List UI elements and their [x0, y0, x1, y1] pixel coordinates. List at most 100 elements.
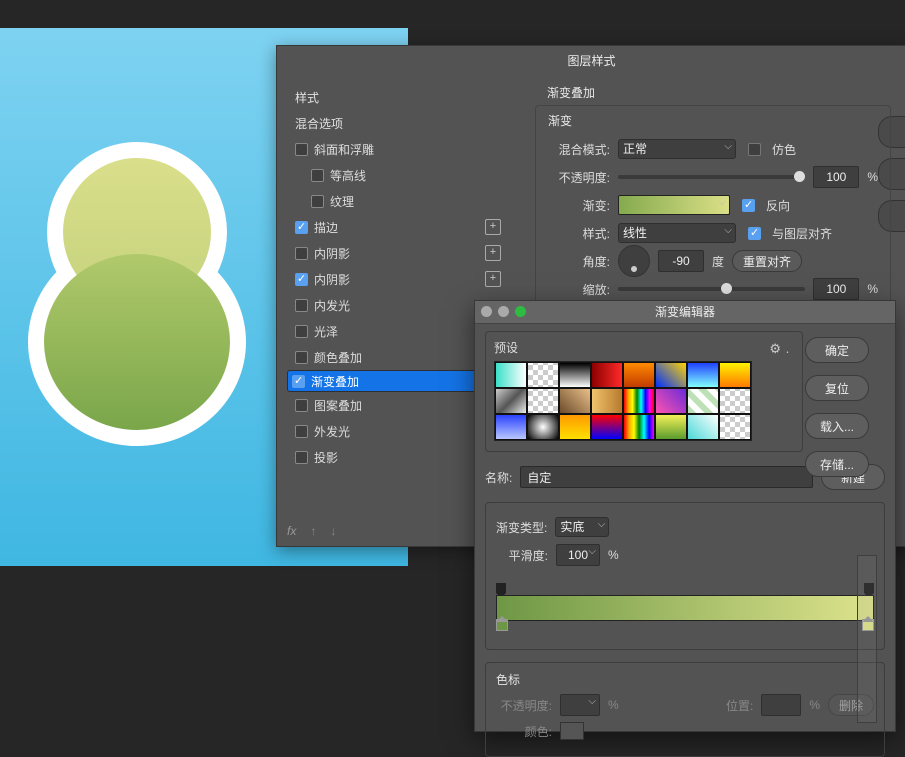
save-button[interactable]: 存储...	[805, 451, 869, 477]
opacity-input[interactable]	[813, 166, 859, 188]
name-input[interactable]	[520, 466, 813, 488]
deg: 度	[712, 253, 724, 270]
label: 光泽	[314, 323, 338, 340]
check[interactable]	[295, 247, 308, 260]
reset-button[interactable]: 复位	[805, 375, 869, 401]
stops-title: 色标	[496, 671, 874, 688]
fx-contour[interactable]: 等高线	[287, 162, 509, 188]
stop-opacity-input[interactable]	[560, 694, 600, 716]
angle-input[interactable]	[658, 250, 704, 272]
preset-swatch[interactable]	[559, 362, 591, 388]
preset-swatch[interactable]	[527, 414, 559, 440]
preset-swatch[interactable]	[495, 362, 527, 388]
check[interactable]	[295, 425, 308, 438]
check[interactable]	[295, 451, 308, 464]
label: 投影	[314, 449, 338, 466]
gear-icon[interactable]: ⚙︎﹒	[769, 338, 794, 357]
check[interactable]	[292, 375, 305, 388]
reverse-checkbox[interactable]	[742, 199, 755, 212]
align-checkbox[interactable]	[748, 227, 761, 240]
angle-label: 角度:	[548, 253, 610, 270]
blend-mode-select[interactable]: 正常	[618, 139, 736, 159]
arrow-up-icon[interactable]: ↑	[310, 524, 316, 538]
check[interactable]	[295, 351, 308, 364]
color-stop[interactable]	[496, 619, 508, 631]
add-icon[interactable]: +	[485, 219, 501, 235]
preset-swatch[interactable]	[559, 388, 591, 414]
preset-grid	[494, 361, 752, 441]
dialog-title: 渐变编辑器	[475, 301, 895, 324]
dither-checkbox[interactable]	[748, 143, 761, 156]
color-swatch[interactable]	[560, 722, 584, 740]
gradient-style-select[interactable]: 线性	[618, 223, 736, 243]
fx-inner-shadow-2[interactable]: 内阴影+	[287, 266, 509, 292]
preset-swatch[interactable]	[623, 388, 655, 414]
ok-button[interactable]: 确定	[805, 337, 869, 363]
reverse-label: 反向	[766, 197, 790, 214]
stop-opacity-label: 不透明度:	[496, 697, 552, 714]
gradient-bar[interactable]	[496, 595, 874, 621]
scale-label: 缩放:	[548, 281, 610, 298]
preset-swatch[interactable]	[623, 362, 655, 388]
preset-swatch[interactable]	[559, 414, 591, 440]
align-label: 与图层对齐	[772, 225, 832, 242]
check[interactable]	[295, 325, 308, 338]
smooth-input[interactable]	[556, 544, 600, 566]
add-icon[interactable]: +	[485, 245, 501, 261]
add-icon[interactable]: +	[485, 271, 501, 287]
preset-swatch[interactable]	[623, 414, 655, 440]
fx-icon[interactable]: fx	[287, 524, 296, 538]
preset-swatch[interactable]	[719, 388, 751, 414]
window-controls	[481, 306, 526, 317]
preset-swatch[interactable]	[687, 362, 719, 388]
smooth-label: 平滑度:	[496, 547, 548, 564]
sub-title: 渐变	[548, 112, 878, 129]
gradient-type-select[interactable]: 实底	[555, 517, 609, 537]
maximize-icon[interactable]	[515, 306, 526, 317]
blending-options[interactable]: 混合选项	[287, 110, 509, 136]
preset-swatch[interactable]	[687, 388, 719, 414]
preset-swatch[interactable]	[495, 388, 527, 414]
check[interactable]	[295, 399, 308, 412]
fx-bevel-emboss[interactable]: 斜面和浮雕	[287, 136, 509, 162]
scale-input[interactable]	[813, 278, 859, 300]
fx-texture[interactable]: 纹理	[287, 188, 509, 214]
preset-swatch[interactable]	[591, 414, 623, 440]
stops-box: 色标 不透明度: % 位置: % 删除 颜色:	[485, 662, 885, 757]
preset-swatch[interactable]	[687, 414, 719, 440]
preset-swatch[interactable]	[591, 362, 623, 388]
preset-swatch[interactable]	[495, 414, 527, 440]
arrow-down-icon[interactable]: ↓	[330, 524, 336, 538]
fx-stroke[interactable]: 描边 +	[287, 214, 509, 240]
preset-swatch[interactable]	[655, 388, 687, 414]
fx-inner-shadow-1[interactable]: 内阴影+	[287, 240, 509, 266]
scale-slider[interactable]	[618, 287, 805, 291]
check[interactable]	[311, 195, 324, 208]
minimize-icon[interactable]	[498, 306, 509, 317]
gradient-preview[interactable]	[618, 195, 730, 215]
label: 描边	[314, 219, 338, 236]
preset-swatch[interactable]	[719, 414, 751, 440]
preset-swatch[interactable]	[655, 362, 687, 388]
reset-alignment-button[interactable]: 重置对齐	[732, 250, 802, 272]
stop-pos-input[interactable]	[761, 694, 801, 716]
opacity-stop[interactable]	[496, 583, 506, 593]
check[interactable]	[295, 273, 308, 286]
load-button[interactable]: 载入...	[805, 413, 869, 439]
preset-swatch[interactable]	[719, 362, 751, 388]
check[interactable]	[295, 221, 308, 234]
preset-swatch[interactable]	[527, 362, 559, 388]
check[interactable]	[295, 299, 308, 312]
check[interactable]	[311, 169, 324, 182]
check[interactable]	[295, 143, 308, 156]
label: 渐变叠加	[311, 373, 359, 390]
opacity-slider[interactable]	[618, 175, 805, 179]
angle-wheel[interactable]	[618, 245, 650, 277]
preset-swatch[interactable]	[527, 388, 559, 414]
styles-header[interactable]: 样式	[287, 84, 509, 110]
pos-label: 位置:	[726, 697, 753, 714]
preset-swatch[interactable]	[655, 414, 687, 440]
gradient-label: 渐变:	[548, 197, 610, 214]
close-icon[interactable]	[481, 306, 492, 317]
preset-swatch[interactable]	[591, 388, 623, 414]
